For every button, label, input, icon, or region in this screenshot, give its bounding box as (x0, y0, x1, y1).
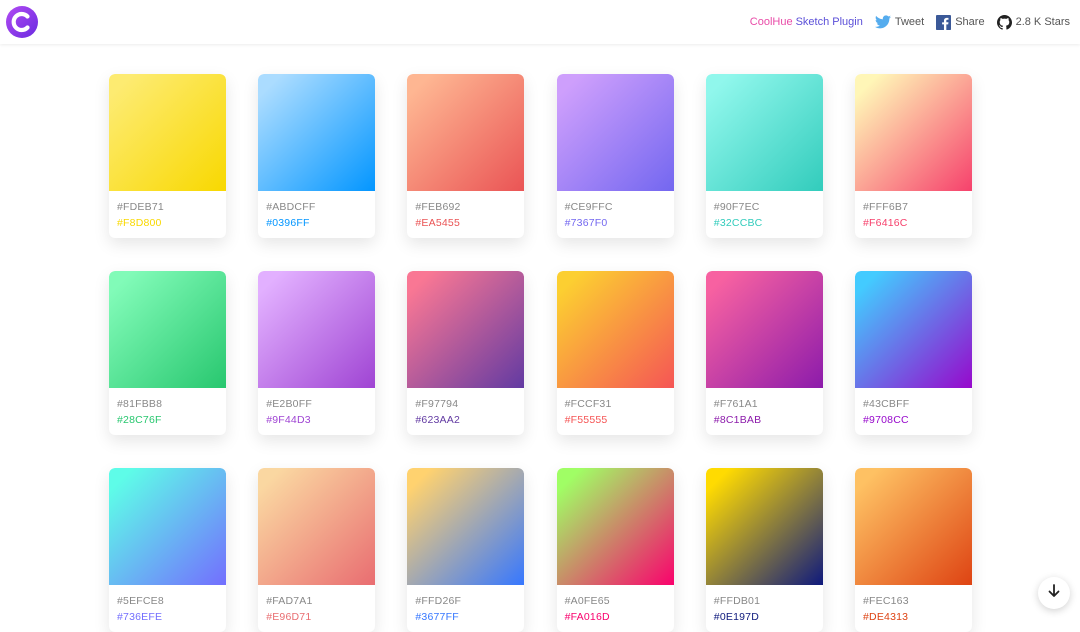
sketch-plugin-link[interactable]: CoolHue Sketch Plugin (750, 16, 863, 28)
end-color-hex[interactable]: #F55555 (565, 414, 608, 426)
start-color-hex[interactable]: #FFD26F (415, 595, 461, 607)
facebook-icon (936, 14, 952, 30)
stars-label: 2.8 K Stars (1015, 16, 1070, 28)
start-color-hex[interactable]: #F761A1 (714, 398, 758, 410)
start-color-hex[interactable]: #E2B0FF (266, 398, 312, 410)
start-color-hex[interactable]: #FFDB01 (714, 595, 760, 607)
gradient-swatch[interactable] (407, 270, 525, 388)
gradient-card[interactable]: #81FBB8 #28C76F (109, 270, 226, 435)
plugin-prefix: CoolHue (749, 16, 793, 28)
gradient-card[interactable]: #F761A1 #8C1BAB (705, 270, 823, 435)
github-stars-link[interactable]: 2.8 K Stars (996, 14, 1070, 30)
gradient-swatch[interactable] (556, 74, 674, 191)
share-label: Share (955, 16, 985, 28)
gradient-swatch[interactable] (556, 270, 674, 388)
end-color-hex[interactable]: #28C76F (117, 414, 162, 426)
gradient-card[interactable]: #FFF6B7 #F6416C (855, 74, 972, 238)
gradient-card[interactable]: #90F7EC #32CCBC (705, 74, 823, 238)
gradient-card[interactable]: #5EFCE8 #736EFE (109, 467, 226, 632)
gradient-card[interactable]: #FEB692 #EA5455 (407, 74, 525, 238)
start-color-hex[interactable]: #FDEB71 (117, 201, 164, 213)
share-link[interactable]: Share (936, 14, 985, 30)
gradient-swatch[interactable] (109, 270, 226, 388)
gradient-card[interactable]: #FFDB01 #0E197D (705, 467, 823, 632)
gradient-card[interactable]: #FCCF31 #F55555 (556, 270, 674, 435)
gradient-swatch[interactable] (556, 467, 674, 585)
end-color-hex[interactable]: #DE4313 (863, 611, 908, 623)
plugin-label: Sketch Plugin (795, 16, 863, 28)
gradient-swatch[interactable] (705, 467, 823, 585)
gradient-card[interactable]: #FDEB71 #F8D800 (109, 74, 226, 238)
github-icon (996, 14, 1012, 30)
gradient-swatch[interactable] (258, 467, 376, 585)
start-color-hex[interactable]: #43CBFF (863, 398, 909, 410)
header-nav: CoolHue Sketch Plugin Tweet Share 2.8 K … (750, 0, 1070, 44)
end-color-hex[interactable]: #8C1BAB (714, 414, 762, 426)
gradient-swatch[interactable] (855, 270, 972, 388)
end-color-hex[interactable]: #F8D800 (117, 217, 162, 229)
end-color-hex[interactable]: #E96D71 (266, 611, 311, 623)
end-color-hex[interactable]: #F6416C (863, 217, 908, 229)
tweet-label: Tweet (894, 16, 925, 28)
end-color-hex[interactable]: #7367F0 (565, 217, 608, 229)
start-color-hex[interactable]: #FEB692 (415, 201, 460, 213)
top-header: CoolHue Sketch Plugin Tweet Share 2.8 K … (0, 0, 1080, 44)
start-color-hex[interactable]: #FAD7A1 (266, 595, 312, 607)
start-color-hex[interactable]: #CE9FFC (565, 201, 613, 213)
gradient-swatch[interactable] (109, 74, 226, 191)
gradient-swatch[interactable] (258, 74, 376, 191)
start-color-hex[interactable]: #90F7EC (714, 201, 760, 213)
gradient-card[interactable]: #FEC163 #DE4313 (855, 467, 972, 632)
end-color-hex[interactable]: #32CCBC (714, 217, 763, 229)
gradient-swatch[interactable] (258, 270, 376, 388)
gradient-card[interactable]: #ABDCFF #0396FF (258, 74, 376, 238)
twitter-bird-icon (874, 15, 891, 29)
tweet-link[interactable]: Tweet (874, 15, 925, 29)
arrow-down-icon (1048, 583, 1060, 603)
end-color-hex[interactable]: #0396FF (266, 217, 309, 229)
gradient-swatch[interactable] (407, 74, 525, 191)
coolhue-logo-icon[interactable] (6, 6, 38, 38)
end-color-hex[interactable]: #FA016D (565, 611, 610, 623)
start-color-hex[interactable]: #FEC163 (863, 595, 909, 607)
gradient-swatch[interactable] (855, 467, 972, 585)
start-color-hex[interactable]: #5EFCE8 (117, 595, 164, 607)
gradient-card[interactable]: #CE9FFC #7367F0 (556, 74, 674, 238)
start-color-hex[interactable]: #FFF6B7 (863, 201, 908, 213)
start-color-hex[interactable]: #FCCF31 (565, 398, 612, 410)
end-color-hex[interactable]: #EA5455 (415, 217, 460, 229)
end-color-hex[interactable]: #9708CC (863, 414, 909, 426)
gradient-card[interactable]: #F97794 #623AA2 (407, 270, 525, 435)
gradient-swatch[interactable] (705, 270, 823, 388)
gradient-swatch[interactable] (855, 74, 972, 191)
gradient-swatch[interactable] (407, 467, 525, 585)
gradient-swatch[interactable] (705, 74, 823, 191)
gradient-card[interactable]: #A0FE65 #FA016D (556, 467, 674, 632)
end-color-hex[interactable]: #9F44D3 (266, 414, 311, 426)
end-color-hex[interactable]: #623AA2 (415, 414, 460, 426)
start-color-hex[interactable]: #A0FE65 (565, 595, 610, 607)
gradient-card[interactable]: #43CBFF #9708CC (855, 270, 972, 435)
start-color-hex[interactable]: #F97794 (415, 398, 458, 410)
start-color-hex[interactable]: #ABDCFF (266, 201, 315, 213)
end-color-hex[interactable]: #3677FF (415, 611, 458, 623)
end-color-hex[interactable]: #0E197D (714, 611, 759, 623)
gradient-card[interactable]: #FAD7A1 #E96D71 (258, 467, 376, 632)
start-color-hex[interactable]: #81FBB8 (117, 398, 162, 410)
gradient-card[interactable]: #E2B0FF #9F44D3 (258, 270, 376, 435)
gradient-card[interactable]: #FFD26F #3677FF (407, 467, 525, 632)
scroll-down-button[interactable] (1038, 577, 1070, 609)
gradient-swatch[interactable] (109, 467, 226, 585)
end-color-hex[interactable]: #736EFE (117, 611, 162, 623)
